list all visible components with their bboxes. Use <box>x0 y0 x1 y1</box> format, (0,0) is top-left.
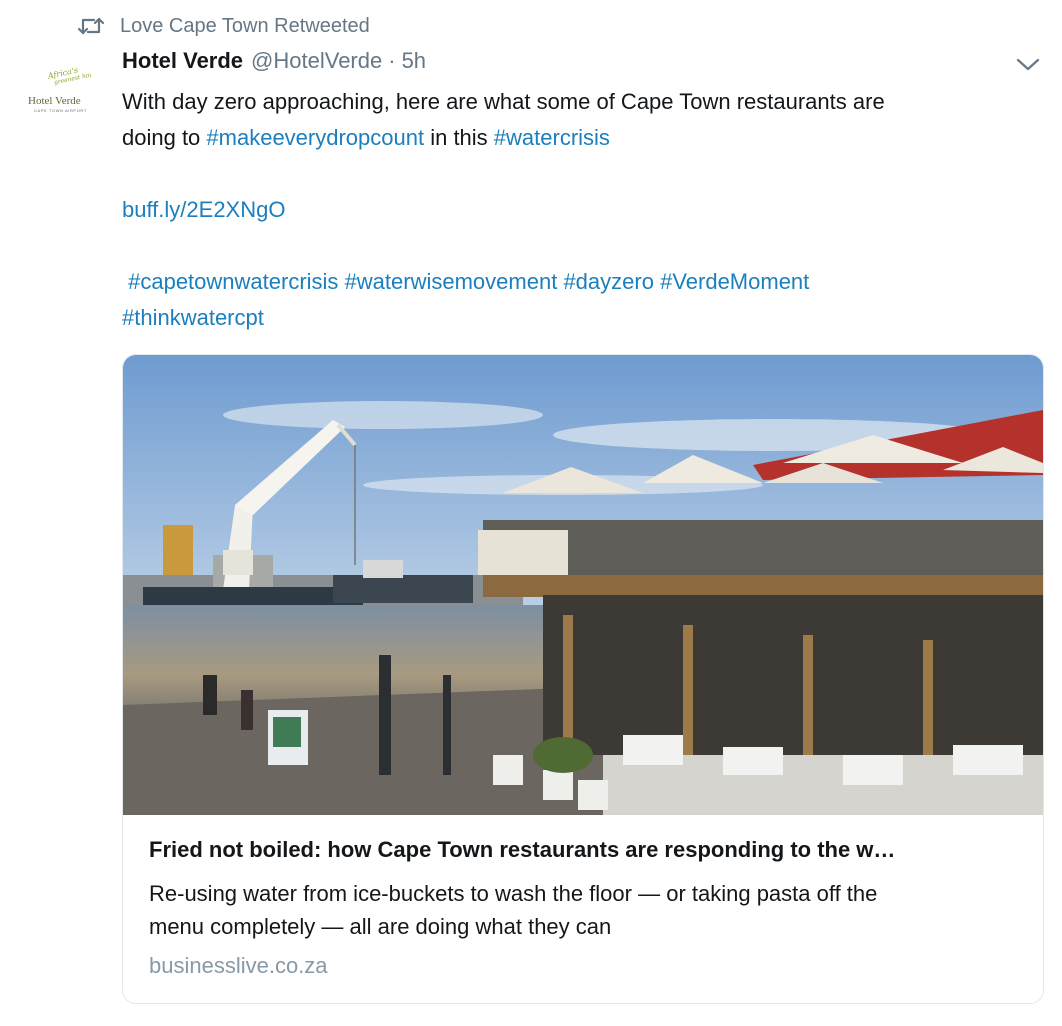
tweet-header: Hotel Verde @HotelVerde · 5h <box>122 48 426 80</box>
hotel-verde-logo: Africa's greenest hotel Hotel Verde CAPE… <box>28 66 98 113</box>
svg-text:CAPE TOWN AIRPORT: CAPE TOWN AIRPORT <box>34 108 87 113</box>
hashtag-link[interactable]: #dayzero <box>563 269 654 294</box>
hashtag-link[interactable]: #VerdeMoment <box>660 269 809 294</box>
retweet-label: Love Cape Town Retweeted <box>120 14 370 37</box>
avatar[interactable]: Africa's greenest hotel Hotel Verde CAPE… <box>22 62 98 122</box>
card-title[interactable]: Fried not boiled: how Cape Town restaura… <box>149 837 1021 863</box>
svg-text:Hotel Verde: Hotel Verde <box>28 95 81 107</box>
tweet-timestamp[interactable]: 5h <box>402 48 426 74</box>
card-image[interactable] <box>123 355 1043 815</box>
card-domain[interactable]: businesslive.co.za <box>149 953 328 979</box>
separator-dot: · <box>388 48 396 73</box>
link-card[interactable]: Fried not boiled: how Cape Town restaura… <box>122 354 1044 1004</box>
tweet-line: #capetownwatercrisis #waterwisemovement … <box>122 264 1022 300</box>
tweet-line: doing to #makeeverydropcount in this #wa… <box>122 120 1022 156</box>
hashtag-link[interactable]: #waterwisemovement <box>345 269 558 294</box>
hashtag-link[interactable]: #capetownwatercrisis <box>122 269 338 294</box>
retweet-context[interactable]: Love Cape Town Retweeted <box>77 10 370 42</box>
hashtag-link[interactable]: #makeeverydropcount <box>206 125 424 150</box>
card-description-line: menu completely — all are doing what the… <box>149 914 612 939</box>
tweet-line: With day zero approaching, here are what… <box>122 89 885 114</box>
hashtag-link[interactable]: #watercrisis <box>494 125 610 150</box>
short-url-link[interactable]: buff.ly/2E2XNgO <box>122 197 285 222</box>
author-name[interactable]: Hotel Verde <box>122 48 243 74</box>
card-description: Re-using water from ice-buckets to wash … <box>149 877 1029 943</box>
tweet-text: With day zero approaching, here are what… <box>122 84 1022 336</box>
chevron-down-icon[interactable] <box>1014 52 1042 76</box>
retweet-icon <box>77 15 105 37</box>
card-description-line: Re-using water from ice-buckets to wash … <box>149 881 878 906</box>
tweet-line: #thinkwatercpt <box>122 300 1022 336</box>
tweet-text-segment: in this <box>424 125 494 150</box>
hashtag-link[interactable]: #thinkwatercpt <box>122 305 264 330</box>
tweet-text-segment: doing to <box>122 125 207 150</box>
author-handle[interactable]: @HotelVerde <box>251 48 382 74</box>
tweet-line: buff.ly/2E2XNgO <box>122 192 1022 228</box>
